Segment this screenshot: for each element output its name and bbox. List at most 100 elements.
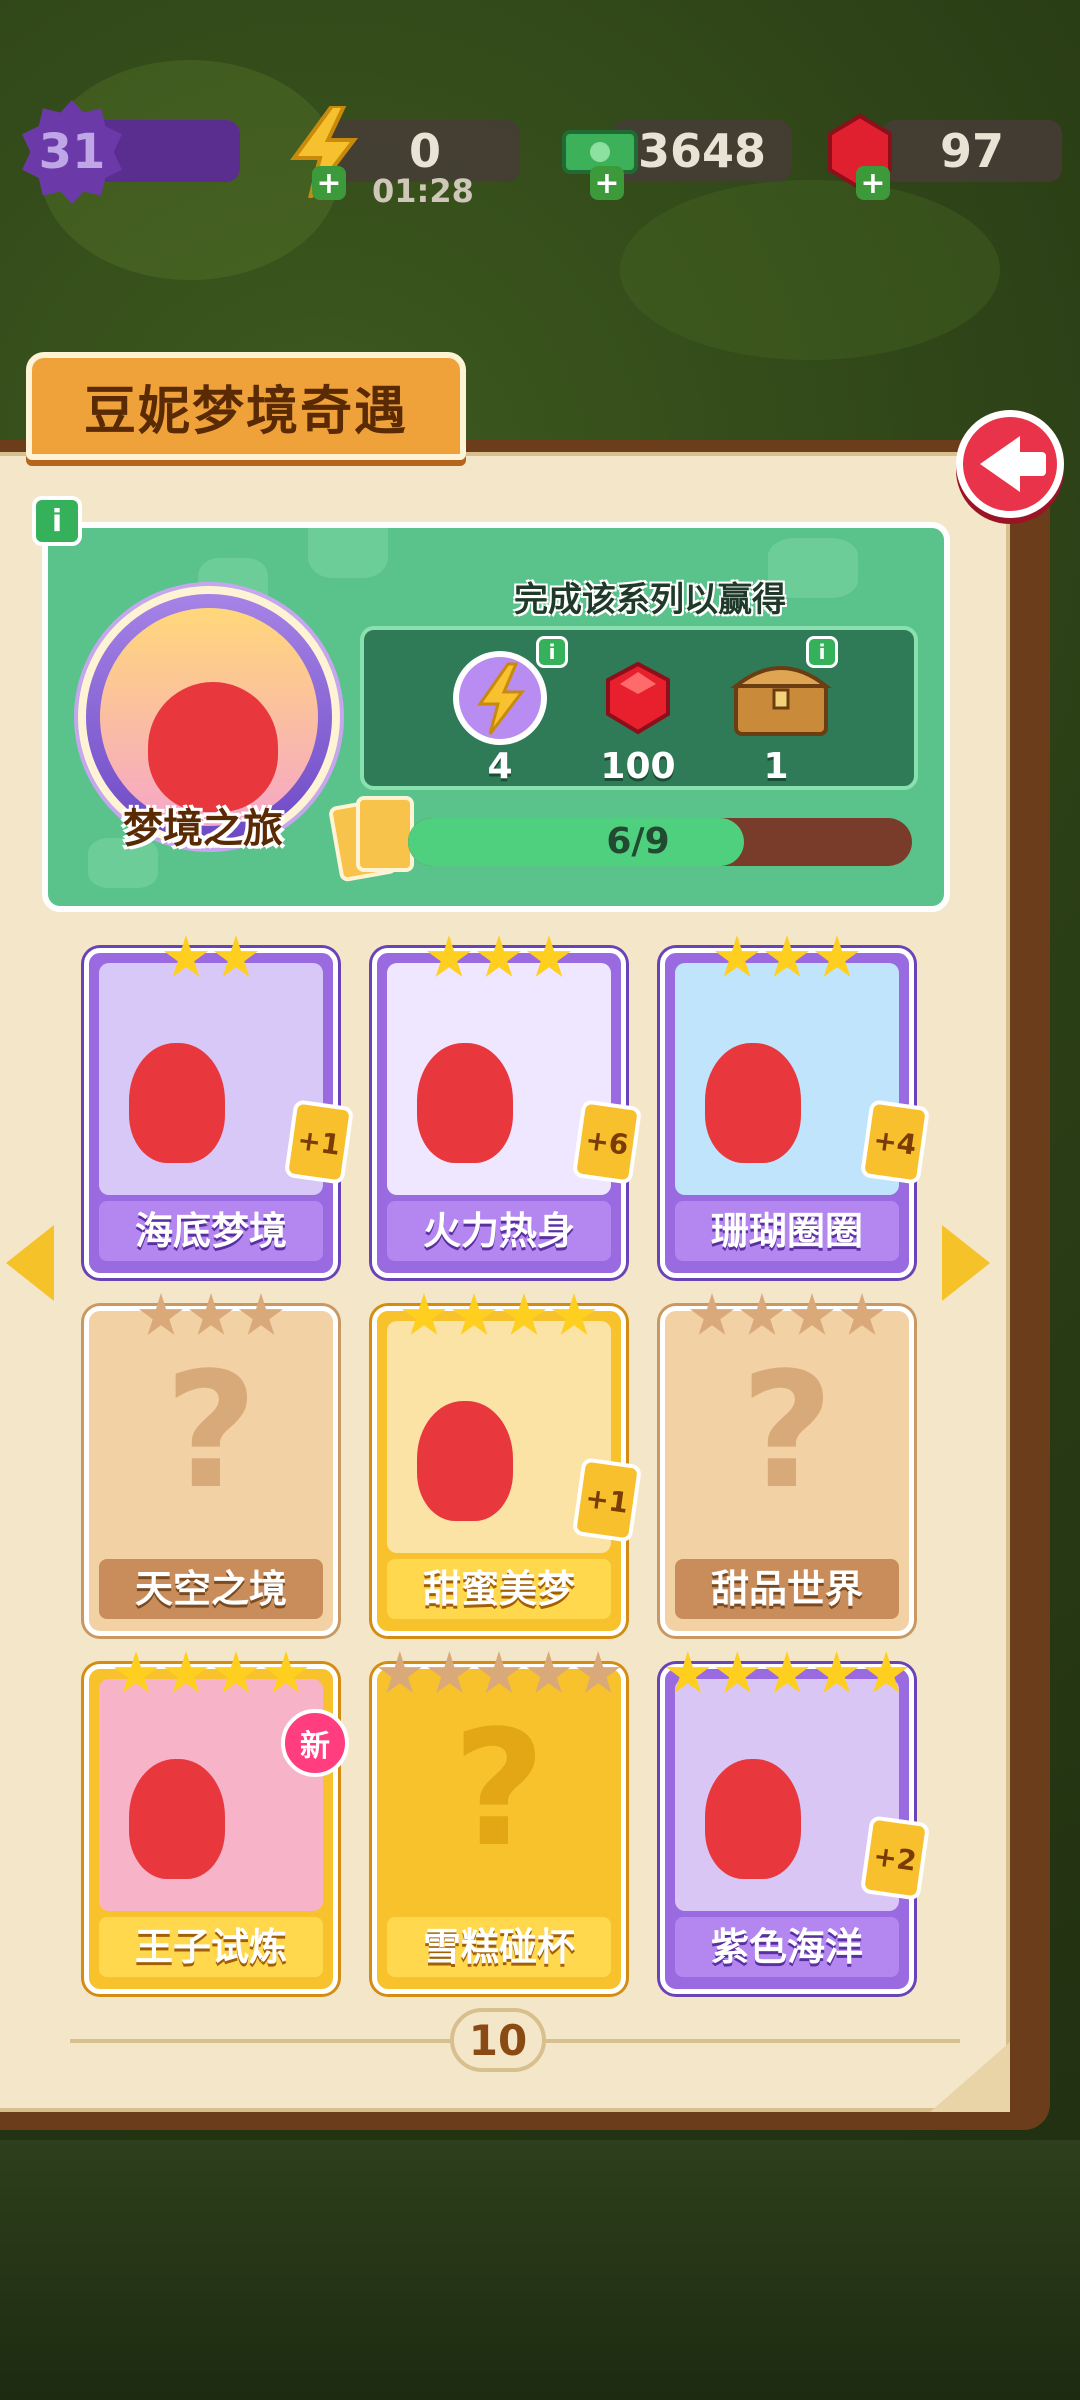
star-icon bbox=[526, 935, 572, 977]
ruby-gem-icon bbox=[588, 650, 688, 746]
album-info-button[interactable]: i bbox=[32, 496, 82, 546]
album-card[interactable]: 火力热身 +6 bbox=[372, 935, 643, 1278]
star-icon bbox=[739, 1293, 785, 1335]
card-stars bbox=[89, 1651, 333, 1697]
card-stars bbox=[89, 1293, 333, 1339]
background-garden bbox=[0, 2140, 1080, 2400]
locked-question-icon: ? bbox=[164, 1337, 258, 1524]
star-icon bbox=[839, 1293, 885, 1335]
card-stars bbox=[377, 1651, 621, 1697]
reward-gems-value: 100 bbox=[600, 746, 676, 787]
star-icon bbox=[263, 1651, 309, 1693]
card-art bbox=[99, 1679, 323, 1911]
reward-energy-info[interactable]: i bbox=[536, 636, 568, 668]
album-card[interactable]: ? 天空之境 bbox=[84, 1293, 338, 1636]
energy-value: 0 bbox=[408, 124, 441, 178]
album-title: 豆妮梦境奇遇 bbox=[26, 352, 466, 460]
card-label: 紫色海洋 bbox=[675, 1917, 899, 1977]
star-icon bbox=[138, 1293, 184, 1335]
card-label: 甜蜜美梦 bbox=[387, 1559, 611, 1619]
douni-character-icon bbox=[148, 682, 278, 812]
album-card[interactable]: 紫色海洋 +2 bbox=[660, 1651, 931, 1994]
previous-page-arrow[interactable] bbox=[6, 1225, 54, 1301]
star-icon bbox=[476, 935, 522, 977]
locked-question-icon: ? bbox=[740, 1337, 834, 1524]
add-cash-button[interactable]: + bbox=[590, 166, 624, 201]
duplicate-count-badge: +4 bbox=[859, 1099, 931, 1185]
back-arrow-icon bbox=[980, 436, 1046, 492]
star-icon bbox=[163, 935, 209, 977]
card-stars bbox=[377, 1293, 621, 1339]
duplicate-count-badge: +1 bbox=[283, 1099, 355, 1185]
star-icon bbox=[814, 935, 860, 977]
add-gems-button[interactable]: + bbox=[856, 166, 890, 201]
star-icon bbox=[113, 1651, 159, 1693]
reward-chest-info[interactable]: i bbox=[806, 636, 838, 668]
duplicate-count-badge: +1 bbox=[571, 1457, 643, 1543]
energy-timer: 01:28 bbox=[372, 172, 474, 210]
medal-label: 梦境之旅 bbox=[123, 806, 283, 852]
card-label: 海底梦境 bbox=[99, 1201, 323, 1261]
reward-energy[interactable]: 4 bbox=[440, 650, 560, 787]
album-card[interactable]: ? 甜品世界 bbox=[660, 1293, 914, 1636]
add-energy-button[interactable]: + bbox=[312, 166, 346, 201]
star-icon bbox=[188, 1293, 234, 1335]
star-icon bbox=[764, 935, 810, 977]
new-badge: 新 bbox=[281, 1709, 349, 1777]
card-stars bbox=[665, 1293, 909, 1339]
reward-title: 完成该系列以赢得 bbox=[514, 580, 786, 620]
panel-pattern bbox=[308, 528, 388, 578]
star-icon bbox=[213, 935, 259, 977]
album-card[interactable]: 海底梦境 +1 bbox=[84, 935, 355, 1278]
card-label: 甜品世界 bbox=[675, 1559, 899, 1619]
star-icon bbox=[689, 1293, 735, 1335]
energy-bolt-icon bbox=[450, 650, 550, 746]
album-card[interactable]: ? 雪糕碰杯 bbox=[372, 1651, 626, 1994]
card-stars bbox=[665, 1651, 909, 1697]
star-icon bbox=[377, 1651, 422, 1693]
level-badge[interactable]: 31 bbox=[22, 100, 122, 204]
reward-energy-value: 4 bbox=[487, 746, 513, 787]
duplicate-count-badge: +6 bbox=[571, 1099, 643, 1185]
album-card[interactable]: 王子试炼 新 bbox=[84, 1651, 349, 1994]
star-icon bbox=[426, 935, 472, 977]
next-page-arrow[interactable] bbox=[942, 1225, 990, 1301]
star-icon bbox=[576, 1651, 621, 1693]
star-icon bbox=[451, 1293, 497, 1335]
cash-value: 3648 bbox=[637, 124, 767, 178]
star-icon bbox=[789, 1293, 835, 1335]
card-art: ? bbox=[675, 1321, 899, 1553]
card-stack-front bbox=[356, 796, 414, 872]
star-icon bbox=[477, 1651, 521, 1693]
card-label: 火力热身 bbox=[387, 1201, 611, 1261]
star-icon bbox=[401, 1293, 447, 1335]
card-art: ? bbox=[387, 1679, 611, 1911]
card-character-icon bbox=[417, 1401, 513, 1521]
card-label: 王子试炼 bbox=[99, 1917, 323, 1977]
card-stars bbox=[89, 935, 333, 981]
card-stars bbox=[665, 935, 909, 981]
card-character-icon bbox=[129, 1759, 225, 1879]
card-label: 珊瑚圈圈 bbox=[675, 1201, 899, 1261]
star-icon bbox=[163, 1651, 209, 1693]
star-icon bbox=[526, 1651, 571, 1693]
locked-question-icon: ? bbox=[452, 1695, 546, 1882]
album-card[interactable]: 珊瑚圈圈 +4 bbox=[660, 935, 931, 1278]
progress-text: 6/9 bbox=[606, 821, 670, 862]
card-character-icon bbox=[705, 1759, 801, 1879]
card-label: 天空之境 bbox=[99, 1559, 323, 1619]
reward-gems[interactable]: 100 bbox=[578, 650, 698, 787]
album-card[interactable]: 甜蜜美梦 +1 bbox=[372, 1293, 643, 1636]
gem-value: 97 bbox=[939, 124, 1004, 178]
star-icon bbox=[765, 1651, 809, 1693]
card-label: 雪糕碰杯 bbox=[387, 1917, 611, 1977]
page-curl[interactable] bbox=[930, 2042, 1010, 2112]
duplicate-count-badge: +2 bbox=[859, 1815, 931, 1901]
reward-chest-value: 1 bbox=[763, 746, 789, 787]
back-button[interactable] bbox=[956, 410, 1064, 518]
star-icon bbox=[814, 1651, 859, 1693]
card-stars bbox=[377, 935, 621, 981]
card-character-icon bbox=[417, 1043, 513, 1163]
reward-chest[interactable]: 1 bbox=[716, 650, 836, 787]
star-icon bbox=[427, 1651, 472, 1693]
